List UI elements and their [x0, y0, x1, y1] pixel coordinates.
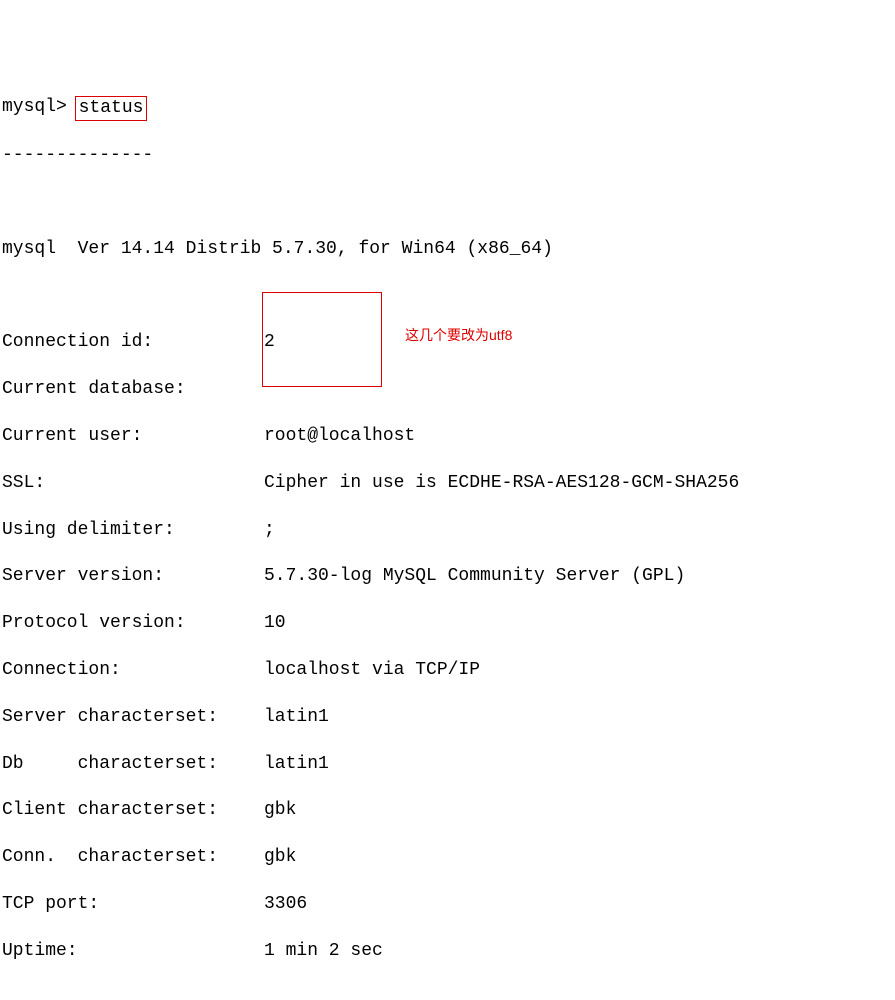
mysql-prompt-line: mysql> status	[2, 96, 893, 121]
status-value	[264, 378, 893, 401]
status-row: Conn. characterset:gbk	[2, 846, 893, 869]
status-label: TCP port:	[2, 893, 264, 916]
status-row: Server version:5.7.30-log MySQL Communit…	[2, 565, 893, 588]
status-row: SSL:Cipher in use is ECDHE-RSA-AES128-GC…	[2, 472, 893, 495]
status-label: Connection id:	[2, 331, 264, 354]
status-row: Client characterset:gbk	[2, 799, 893, 822]
status-label: Current user:	[2, 425, 264, 448]
status-label: SSL:	[2, 472, 264, 495]
status-value: 3306	[264, 893, 893, 916]
status-value: root@localhost	[264, 425, 893, 448]
mysql-prompt: mysql>	[2, 96, 67, 119]
command-text: status	[79, 98, 144, 118]
status-label: Db characterset:	[2, 753, 264, 776]
status-row: Uptime:1 min 2 sec	[2, 940, 893, 963]
status-row: TCP port:3306	[2, 893, 893, 916]
status-value: 2	[264, 331, 893, 354]
annotation-text: 这几个要改为utf8	[405, 326, 512, 344]
status-label: Protocol version:	[2, 612, 264, 635]
status-label: Using delimiter:	[2, 519, 264, 542]
status-label: Uptime:	[2, 940, 264, 963]
status-value: 5.7.30-log MySQL Community Server (GPL)	[264, 565, 893, 588]
status-label: Conn. characterset:	[2, 846, 264, 869]
status-value: 1 min 2 sec	[264, 940, 893, 963]
status-label: Connection:	[2, 659, 264, 682]
status-value: latin1	[264, 706, 893, 729]
status-value: gbk	[264, 799, 893, 822]
status-row: Db characterset:latin1	[2, 753, 893, 776]
status-row: Connection:localhost via TCP/IP	[2, 659, 893, 682]
status-row: Server characterset:latin1	[2, 706, 893, 729]
separator-dashes: --------------	[2, 144, 893, 167]
status-row: Current database:	[2, 378, 893, 401]
status-label: Server version:	[2, 565, 264, 588]
version-line: mysql Ver 14.14 Distrib 5.7.30, for Win6…	[2, 238, 893, 261]
status-row: Current user:root@localhost	[2, 425, 893, 448]
command-highlight-box: status	[75, 96, 148, 121]
status-label: Current database:	[2, 378, 264, 401]
status-value: latin1	[264, 753, 893, 776]
blank-line	[2, 285, 893, 308]
status-value: ;	[264, 519, 893, 542]
status-label: Server characterset:	[2, 706, 264, 729]
status-label: Client characterset:	[2, 799, 264, 822]
blank-line	[2, 986, 893, 1000]
status-row: Using delimiter:;	[2, 519, 893, 542]
status-value: localhost via TCP/IP	[264, 659, 893, 682]
blank-line	[2, 191, 893, 214]
status-value: Cipher in use is ECDHE-RSA-AES128-GCM-SH…	[264, 472, 893, 495]
status-value: gbk	[264, 846, 893, 869]
status-row: Protocol version:10	[2, 612, 893, 635]
status-value: 10	[264, 612, 893, 635]
